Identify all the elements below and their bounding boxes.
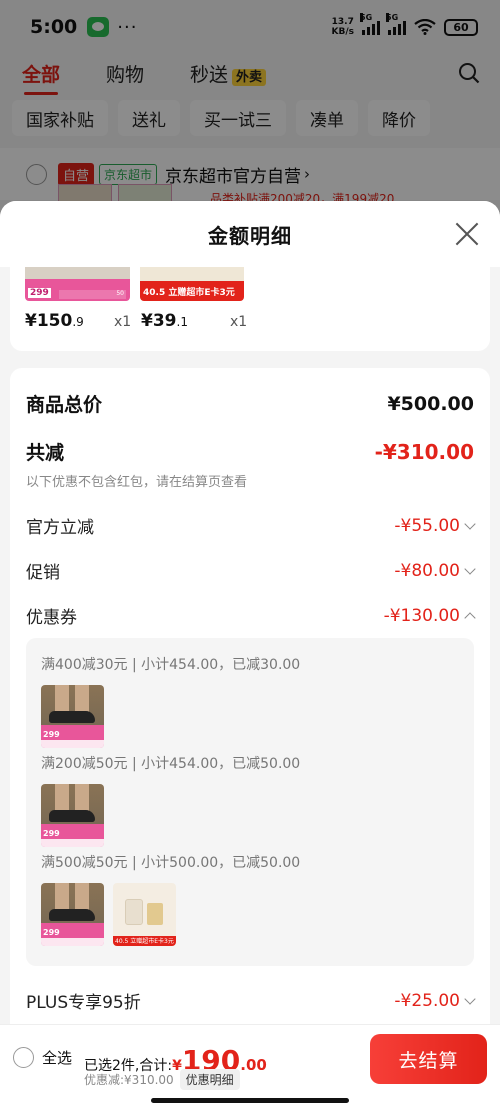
close-icon[interactable]: [454, 221, 480, 247]
sheet-title: 金额明细: [208, 223, 292, 248]
coupon-label: 优惠券: [26, 608, 77, 628]
coupon-line: 满200减50元 | 小计454.00，已减50.00: [41, 756, 301, 772]
product-price: ¥150.9: [25, 311, 84, 331]
product-thumbnail[interactable]: 299: [41, 883, 104, 946]
discount-detail-button[interactable]: 优惠明细: [179, 1069, 240, 1090]
product-thumbnail[interactable]: 299: [41, 784, 104, 847]
plus-discount-value: -¥25.00: [394, 991, 476, 1011]
official-discount-value: -¥55.00: [394, 516, 476, 536]
total-reduce-label: 共减: [26, 442, 65, 464]
promotion-value: -¥80.00: [394, 561, 476, 581]
home-indicator[interactable]: [151, 1098, 349, 1103]
plus-discount-label: PLUS专享95折: [26, 993, 141, 1013]
amount-detail-sheet: 金额明细 299 50 40.5 立赠超市E卡3元 ¥150.9 x1 ¥39.…: [0, 201, 500, 1111]
checkout-button[interactable]: 去结算: [370, 1034, 487, 1084]
total-reduce-value: -¥310.00: [374, 439, 474, 464]
chevron-up-icon: [464, 611, 476, 624]
product-qty: x1: [230, 314, 248, 330]
select-all-radio[interactable]: [13, 1047, 34, 1068]
official-discount-label: 官方立减: [26, 518, 94, 538]
product-thumbnail[interactable]: 40.5 立赠超市E卡3元: [113, 883, 176, 946]
coupon-line: 满500减50元 | 小计500.00，已减50.00: [41, 855, 301, 871]
discount-summary: 优惠减:¥310.00 优惠明细: [84, 1069, 240, 1090]
chevron-down-icon: [464, 562, 476, 575]
coupon-detail-box: 满400减30元 | 小计454.00，已减30.00 299 满200减50元…: [26, 638, 474, 966]
product-thumbnail[interactable]: 299 50: [25, 267, 130, 301]
promotion-label: 促销: [26, 563, 60, 583]
sheet-header: 金额明细: [0, 201, 500, 267]
product-thumbnail[interactable]: 299: [41, 685, 104, 748]
product-thumbnail[interactable]: 40.5 立赠超市E卡3元: [140, 267, 244, 301]
total-price-row: 商品总价 ¥500.00: [26, 390, 474, 417]
product-price: ¥39.1: [141, 311, 188, 331]
official-discount-row[interactable]: 官方立减 -¥55.00: [26, 513, 476, 538]
select-all-label[interactable]: 全选: [42, 1047, 72, 1068]
chevron-down-icon: [464, 517, 476, 530]
total-price-value: ¥500.00: [387, 392, 474, 415]
total-reduce-row: 共减 -¥310.00: [26, 438, 474, 465]
coupon-row[interactable]: 优惠券 -¥130.00: [26, 603, 476, 628]
products-card: 299 50 40.5 立赠超市E卡3元 ¥150.9 x1 ¥39.1 x1: [10, 267, 490, 351]
promotion-row[interactable]: 促销 -¥80.00: [26, 558, 476, 583]
product-qty: x1: [114, 314, 132, 330]
chevron-down-icon: [464, 992, 476, 1005]
total-price-label: 商品总价: [26, 394, 103, 416]
price-detail-card: 商品总价 ¥500.00 共减 -¥310.00 以下优惠不包含红包，请在结算页…: [10, 368, 490, 1111]
plus-discount-row[interactable]: PLUS专享95折 -¥25.00: [26, 988, 476, 1013]
coupon-value: -¥130.00: [384, 606, 476, 626]
coupon-line: 满400减30元 | 小计454.00，已减30.00: [41, 657, 301, 673]
reduce-note: 以下优惠不包含红包，请在结算页查看: [26, 475, 248, 490]
